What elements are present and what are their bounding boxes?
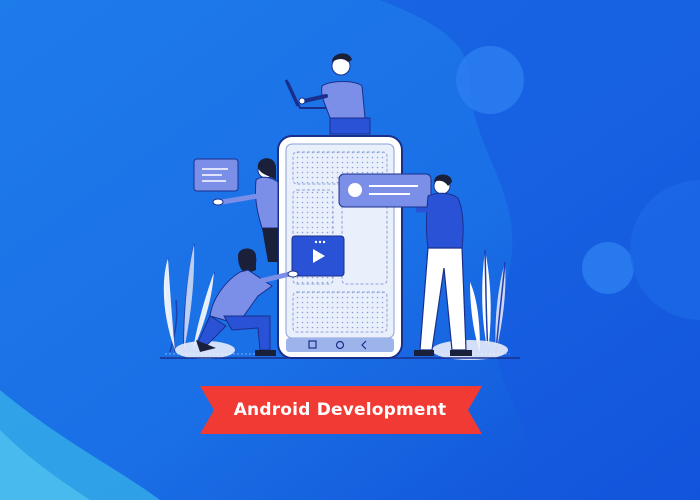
background-circle <box>582 242 634 294</box>
video-card <box>291 235 345 277</box>
banner-title: Android Development <box>233 400 447 420</box>
message-card-icon <box>193 158 239 192</box>
profile-card <box>338 173 432 208</box>
screen-block <box>292 291 388 333</box>
ground-texture <box>165 352 255 358</box>
hero-illustration: Android Development <box>0 0 700 500</box>
background-circle <box>456 46 524 114</box>
phone-nav-bar <box>286 338 394 352</box>
